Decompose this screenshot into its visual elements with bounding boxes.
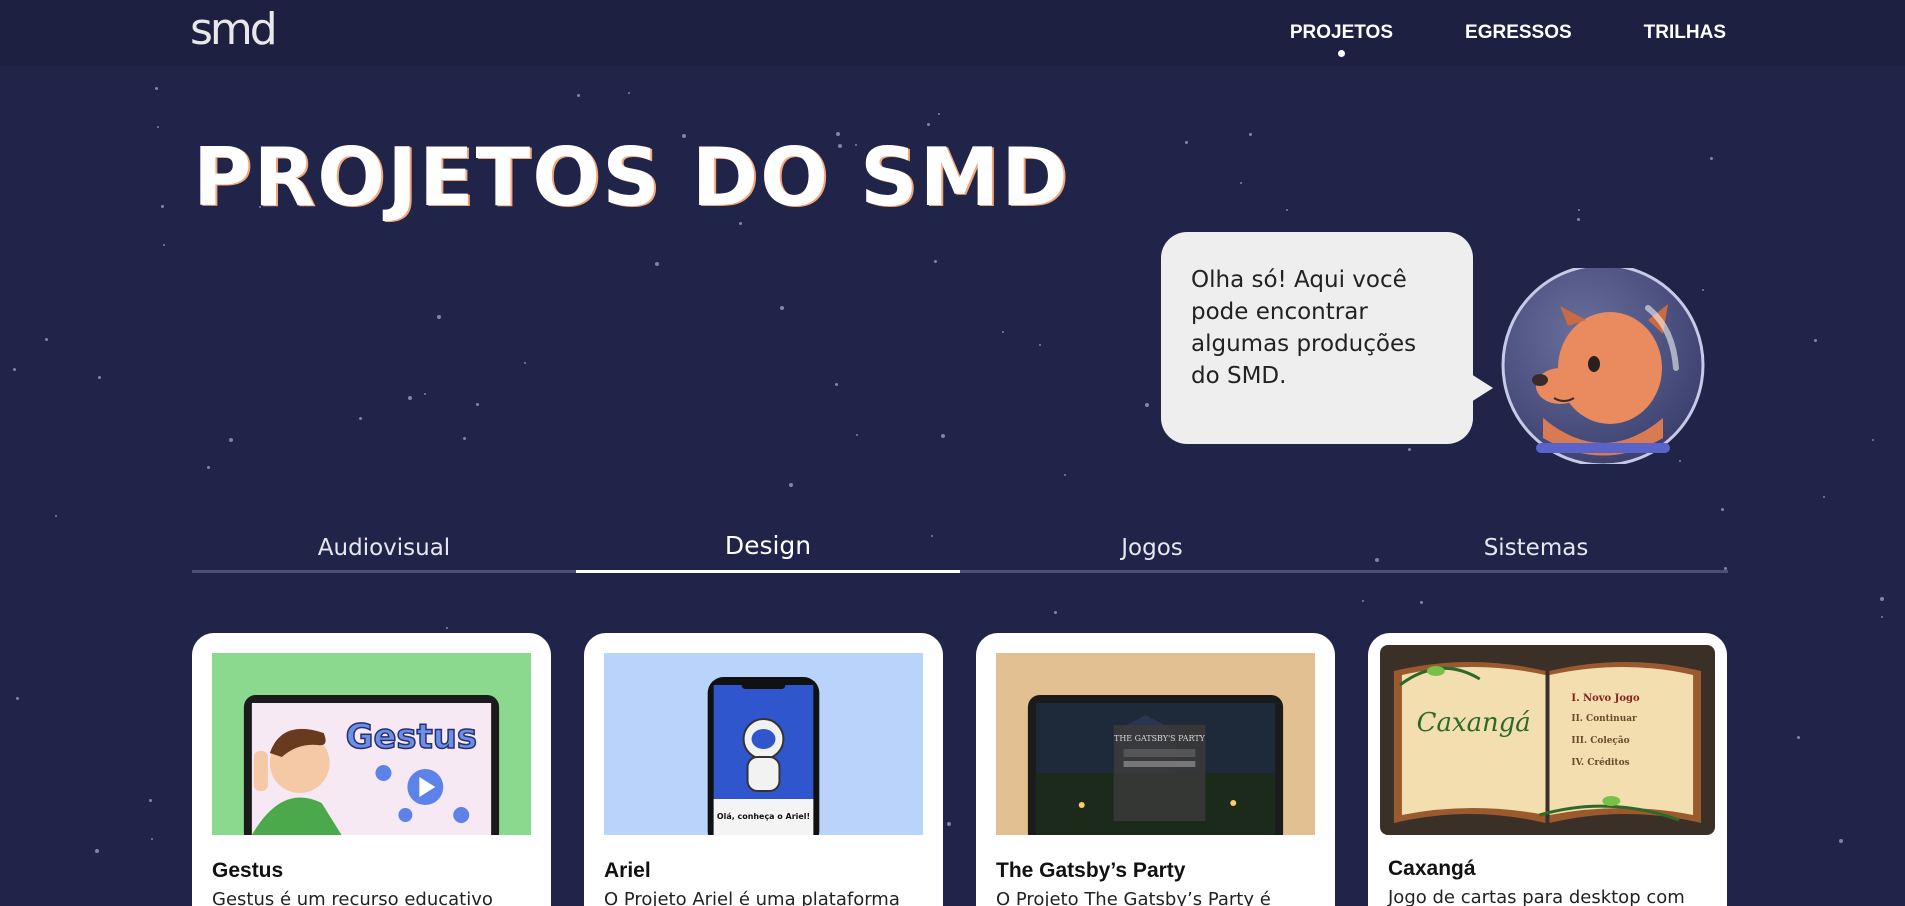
tab-audiovisual[interactable]: Audiovisual [192, 523, 576, 573]
star-dot [1420, 601, 1423, 604]
astronaut-dog-mascot-icon [1501, 268, 1705, 464]
star-dot [1880, 597, 1884, 601]
smd-logo[interactable]: smd [190, 8, 278, 52]
speech-bubble: Olha só! Aqui você pode encontrar alguma… [1161, 232, 1493, 444]
star-dot [927, 123, 930, 126]
star-dot [1797, 736, 1800, 739]
star-dot [1185, 141, 1188, 144]
star-dot [155, 87, 158, 90]
star-dot [149, 799, 152, 802]
star-dot [207, 466, 210, 469]
star-dot [1362, 600, 1364, 602]
star-dot [1408, 448, 1411, 451]
star-dot [161, 205, 164, 208]
tab-sistemas[interactable]: Sistemas [1344, 523, 1728, 573]
star-dot [1872, 439, 1874, 441]
project-description: Jogo de cartas para desktop com [1388, 887, 1685, 906]
star-dot [1577, 218, 1580, 221]
star-dot [1249, 133, 1252, 136]
star-dot [941, 434, 945, 438]
project-card-gatsby[interactable]: THE GATSBY'S PARTY The Gatsby’s Party O … [976, 633, 1335, 906]
project-description: Gestus é um recurso educativo [212, 889, 493, 906]
star-dot [13, 368, 16, 371]
project-card-caxanga[interactable]: Caxangá I. Novo Jogo II. Continuar III. … [1368, 633, 1727, 906]
star-dot [835, 383, 838, 386]
project-cards: Gestus Gestus Gestus é um recurso educat… [192, 633, 1727, 906]
page-title: PROJETOS DO SMD [193, 131, 1070, 224]
star-dot [229, 438, 233, 442]
project-card-gestus[interactable]: Gestus Gestus Gestus é um recurso educat… [192, 633, 551, 906]
star-dot [424, 393, 426, 395]
star-dot [151, 838, 153, 840]
project-description: O Projeto The Gatsby’s Party é [996, 889, 1271, 906]
star-dot [95, 849, 99, 853]
star-dot [163, 244, 165, 246]
star-dot [463, 437, 466, 440]
star-dot [408, 396, 412, 400]
project-title: Caxangá [1388, 857, 1476, 880]
category-tabs: Audiovisual Design Jogos Sistemas [192, 523, 1728, 573]
caxanga-logo-text: Caxangá [1417, 708, 1531, 738]
star-dot [1054, 611, 1057, 614]
star-dot [476, 403, 479, 406]
star-dot [655, 262, 659, 266]
star-dot [1039, 344, 1041, 346]
caxanga-menu-item: II. Continuar [1571, 714, 1637, 724]
star-dot [446, 627, 448, 629]
tab-jogos[interactable]: Jogos [960, 523, 1344, 573]
star-dot [577, 94, 580, 97]
star-dot [1721, 508, 1724, 511]
star-dot [628, 92, 630, 94]
star-dot [938, 113, 940, 115]
main-nav: PROJETOS EGRESSOS TRILHAS [1290, 22, 1726, 57]
project-title: Gestus [212, 859, 284, 882]
star-dot [1145, 403, 1149, 407]
star-dot [1710, 157, 1713, 160]
star-dot [45, 338, 48, 341]
star-dot [1240, 182, 1242, 184]
nav-egressos[interactable]: EGRESSOS [1465, 22, 1572, 44]
project-thumbnail: Gestus [212, 653, 531, 835]
star-dot [934, 260, 937, 263]
ariel-screen-text: Olá, conheça o Ariel! [717, 812, 810, 821]
project-title: Ariel [604, 859, 651, 882]
star-dot [1881, 616, 1883, 618]
star-dot [1286, 209, 1288, 211]
star-dot [437, 315, 441, 319]
nav-projetos[interactable]: PROJETOS [1290, 22, 1393, 57]
nav-trilhas[interactable]: TRILHAS [1644, 22, 1726, 44]
project-thumbnail: THE GATSBY'S PARTY [996, 653, 1315, 835]
star-dot [780, 306, 784, 310]
star-dot [1064, 474, 1066, 476]
star-dot [524, 362, 526, 364]
project-card-ariel[interactable]: Olá, conheça o Ariel! Ariel O Projeto Ar… [584, 633, 943, 906]
top-navbar: smd PROJETOS EGRESSOS TRILHAS [0, 0, 1905, 66]
star-dot [789, 483, 793, 487]
caxanga-menu-item: IV. Créditos [1571, 757, 1629, 768]
caxanga-menu-item: I. Novo Jogo [1571, 693, 1640, 704]
gatsby-screen-text: THE GATSBY'S PARTY [1114, 734, 1206, 743]
gestus-logo-text: Gestus [346, 717, 477, 757]
star-dot [359, 417, 362, 420]
star-dot [1823, 496, 1825, 498]
star-dot [1002, 331, 1004, 333]
star-dot [856, 434, 858, 436]
tab-design[interactable]: Design [576, 523, 960, 573]
star-dot [16, 697, 19, 700]
project-title: The Gatsby’s Party [996, 859, 1186, 882]
star-dot [55, 515, 57, 517]
project-thumbnail: Caxangá I. Novo Jogo II. Continuar III. … [1380, 645, 1715, 835]
star-dot [1814, 339, 1817, 342]
project-description: O Projeto Ariel é uma plataforma [604, 889, 900, 906]
star-dot [1578, 209, 1580, 211]
star-dot [1839, 839, 1843, 843]
star-dot [157, 126, 159, 128]
caxanga-menu-item: III. Coleção [1571, 735, 1629, 746]
project-thumbnail: Olá, conheça o Ariel! [604, 653, 923, 835]
star-dot [98, 376, 101, 379]
